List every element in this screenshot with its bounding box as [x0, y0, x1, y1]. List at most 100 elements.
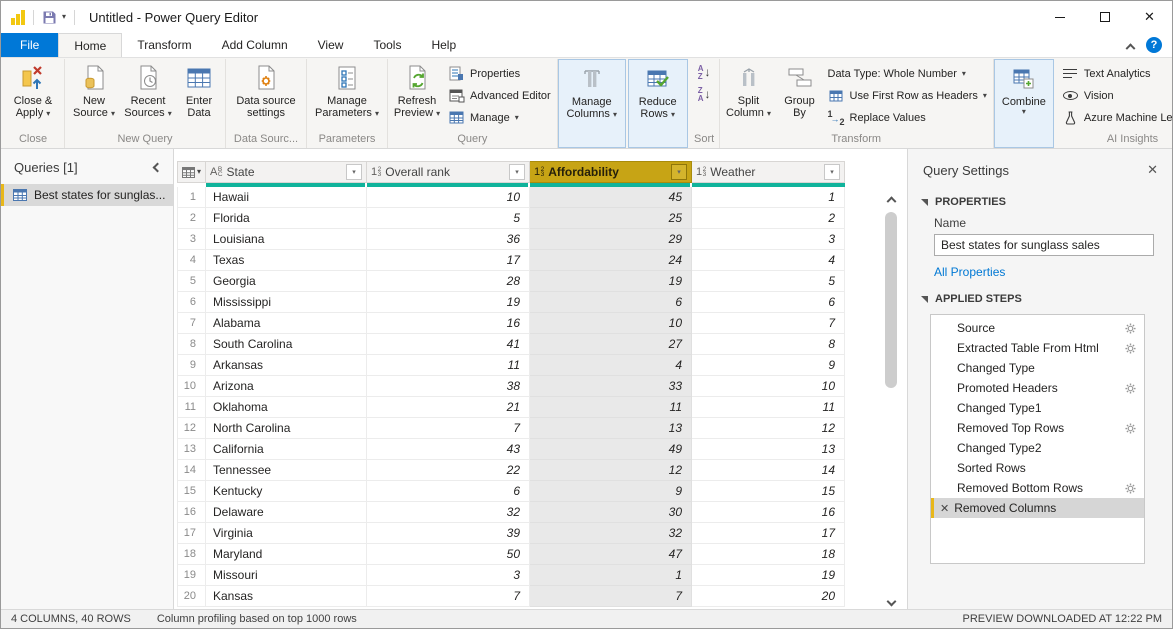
cell-weather[interactable]: 16 [692, 502, 845, 523]
refresh-preview-button[interactable]: Refresh Preview ▾ [391, 60, 443, 132]
cell-affordability[interactable]: 4 [530, 355, 692, 376]
minimize-button[interactable] [1037, 1, 1082, 33]
tab-transform[interactable]: Transform [122, 33, 206, 57]
reduce-rows-button[interactable]: Reduce Rows ▾ [632, 61, 684, 131]
text-analytics-button[interactable]: Text Analytics [1059, 63, 1172, 84]
cell-affordability[interactable]: 9 [530, 481, 692, 502]
properties-section-header[interactable]: PROPERTIES [908, 186, 1172, 213]
cell-affordability[interactable]: 13 [530, 418, 692, 439]
cell-affordability[interactable]: 47 [530, 544, 692, 565]
data-source-settings-button[interactable]: Data source settings [229, 60, 303, 132]
cell-overall-rank[interactable]: 22 [367, 460, 530, 481]
cell-overall-rank[interactable]: 21 [367, 397, 530, 418]
cell-affordability[interactable]: 33 [530, 376, 692, 397]
column-header-state[interactable]: ABC State ▾ [206, 161, 367, 183]
manage-columns-button[interactable]: Manage Columns ▾ [562, 61, 622, 131]
cell-overall-rank[interactable]: 16 [367, 313, 530, 334]
cell-state[interactable]: Arizona [206, 376, 367, 397]
cell-weather[interactable]: 4 [692, 250, 845, 271]
applied-step-selected[interactable]: ✕ Removed Columns [931, 498, 1144, 518]
cell-state[interactable]: Arkansas [206, 355, 367, 376]
cell-affordability[interactable]: 6 [530, 292, 692, 313]
query-name-input[interactable] [934, 234, 1154, 256]
cell-overall-rank[interactable]: 43 [367, 439, 530, 460]
applied-step[interactable]: Promoted Headers [931, 378, 1144, 398]
delete-step-icon[interactable]: ✕ [940, 502, 949, 515]
cell-weather[interactable]: 15 [692, 481, 845, 502]
cell-affordability[interactable]: 24 [530, 250, 692, 271]
cell-overall-rank[interactable]: 36 [367, 229, 530, 250]
cell-affordability[interactable]: 11 [530, 397, 692, 418]
properties-button[interactable]: Properties [445, 63, 554, 84]
cell-overall-rank[interactable]: 19 [367, 292, 530, 313]
cell-affordability[interactable]: 49 [530, 439, 692, 460]
cell-state[interactable]: California [206, 439, 367, 460]
cell-weather[interactable]: 17 [692, 523, 845, 544]
cell-weather[interactable]: 13 [692, 439, 845, 460]
tab-file[interactable]: File [1, 33, 58, 57]
gear-icon[interactable] [1125, 423, 1136, 434]
recent-sources-button[interactable]: Recent Sources ▾ [122, 60, 174, 132]
vertical-scrollbar[interactable] [883, 195, 899, 605]
cell-overall-rank[interactable]: 50 [367, 544, 530, 565]
cell-weather[interactable]: 3 [692, 229, 845, 250]
cell-affordability[interactable]: 19 [530, 271, 692, 292]
all-properties-link[interactable]: All Properties [908, 256, 1172, 283]
cell-state[interactable]: Kentucky [206, 481, 367, 502]
gear-icon[interactable] [1125, 343, 1136, 354]
column-header-affordability[interactable]: 123 Affordability ▾ [530, 161, 692, 183]
cell-weather[interactable]: 18 [692, 544, 845, 565]
cell-weather[interactable]: 14 [692, 460, 845, 481]
cell-overall-rank[interactable]: 39 [367, 523, 530, 544]
cell-overall-rank[interactable]: 38 [367, 376, 530, 397]
cell-affordability[interactable]: 32 [530, 523, 692, 544]
cell-affordability[interactable]: 10 [530, 313, 692, 334]
cell-overall-rank[interactable]: 28 [367, 271, 530, 292]
query-list-item[interactable]: Best states for sunglas... [1, 184, 173, 206]
collapse-ribbon-icon[interactable] [1126, 43, 1136, 53]
scrollbar-thumb[interactable] [885, 212, 897, 388]
cell-affordability[interactable]: 45 [530, 187, 692, 208]
cell-weather[interactable]: 19 [692, 565, 845, 586]
cell-weather[interactable]: 1 [692, 187, 845, 208]
cell-weather[interactable]: 7 [692, 313, 845, 334]
applied-step[interactable]: Sorted Rows [931, 458, 1144, 478]
column-header-overall-rank[interactable]: 123 Overall rank ▾ [367, 161, 530, 183]
cell-weather[interactable]: 11 [692, 397, 845, 418]
cell-state[interactable]: Hawaii [206, 187, 367, 208]
combine-button[interactable]: Combine ▾ [998, 61, 1050, 131]
filter-dropdown-button[interactable]: ▾ [671, 164, 687, 180]
replace-values-button[interactable]: 1→2 Replace Values [825, 107, 990, 128]
cell-state[interactable]: Oklahoma [206, 397, 367, 418]
cell-weather[interactable]: 12 [692, 418, 845, 439]
collapse-queries-panel-icon[interactable] [153, 163, 163, 173]
split-column-button[interactable]: Split Column ▾ [723, 60, 775, 132]
cell-affordability[interactable]: 27 [530, 334, 692, 355]
cell-state[interactable]: Maryland [206, 544, 367, 565]
manage-parameters-button[interactable]: Manage Parameters ▾ [310, 60, 384, 132]
cell-overall-rank[interactable]: 17 [367, 250, 530, 271]
cell-overall-rank[interactable]: 7 [367, 586, 530, 607]
group-by-button[interactable]: Group By [777, 60, 823, 132]
cell-weather[interactable]: 2 [692, 208, 845, 229]
cell-state[interactable]: Florida [206, 208, 367, 229]
applied-step[interactable]: Extracted Table From Html [931, 338, 1144, 358]
cell-overall-rank[interactable]: 3 [367, 565, 530, 586]
cell-weather[interactable]: 9 [692, 355, 845, 376]
cell-overall-rank[interactable]: 11 [367, 355, 530, 376]
enter-data-button[interactable]: Enter Data [176, 60, 222, 132]
cell-overall-rank[interactable]: 41 [367, 334, 530, 355]
cell-weather[interactable]: 20 [692, 586, 845, 607]
cell-state[interactable]: Texas [206, 250, 367, 271]
sort-ascending-button[interactable]: AZ ↓ [698, 65, 711, 81]
applied-step[interactable]: Removed Top Rows [931, 418, 1144, 438]
filter-dropdown-button[interactable]: ▾ [824, 164, 840, 180]
cell-affordability[interactable]: 29 [530, 229, 692, 250]
filter-dropdown-button[interactable]: ▾ [346, 164, 362, 180]
maximize-button[interactable] [1082, 1, 1127, 33]
close-button[interactable]: ✕ [1127, 1, 1172, 33]
cell-state[interactable]: North Carolina [206, 418, 367, 439]
data-type-button[interactable]: Data Type: Whole Number ▾ [825, 63, 990, 84]
cell-overall-rank[interactable]: 5 [367, 208, 530, 229]
use-first-row-as-headers-button[interactable]: Use First Row as Headers ▾ [825, 85, 990, 106]
